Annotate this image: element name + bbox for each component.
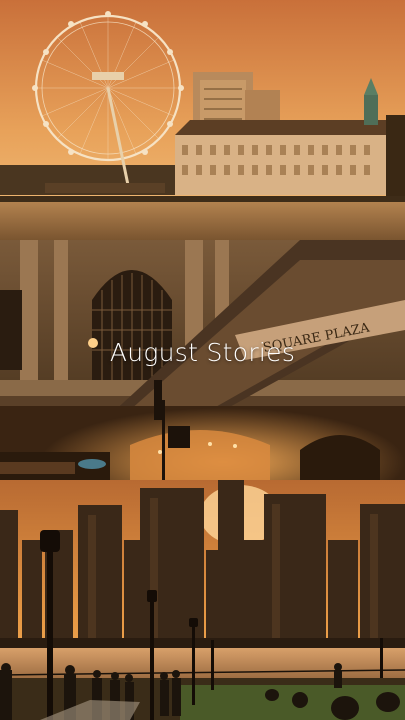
story-canvas: SQUARE PLAZA August Stories (0, 0, 405, 720)
photo-london-eye (0, 0, 405, 240)
story-title: August Stories (109, 338, 296, 367)
photo-city-skyline (0, 480, 405, 720)
